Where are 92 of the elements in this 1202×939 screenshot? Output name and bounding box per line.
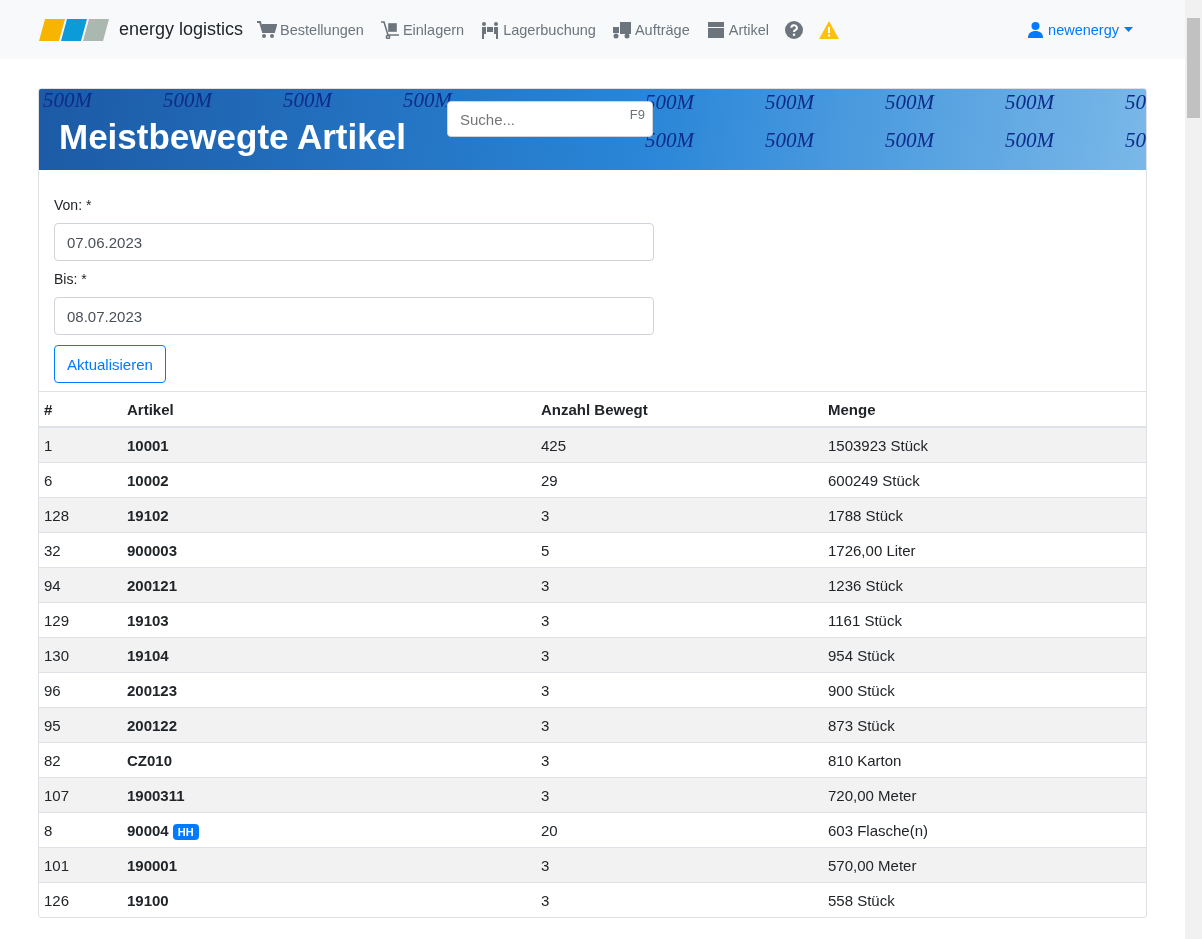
table-cell: 720,00 Meter [828, 786, 917, 804]
table-cell: 5 [541, 541, 550, 559]
table-cell: 603 Flasche(n) [828, 821, 929, 839]
table-cell: 128 [44, 506, 70, 524]
warning-icon[interactable] [819, 20, 840, 39]
table-cell: 810 Karton [828, 751, 902, 769]
truck-icon [611, 20, 632, 39]
table-cell: 1161 Stück [828, 611, 902, 629]
table-cell: CZ010 [127, 751, 173, 769]
user-icon [1028, 21, 1044, 38]
table-cell: 3 [541, 716, 550, 734]
table-cell: 1236 Stück [828, 576, 904, 594]
table-cell: 29 [541, 471, 558, 489]
nav-link[interactable]: Lagerbuchung [480, 20, 596, 39]
table-cell: 19100 [127, 891, 169, 909]
nav-link[interactable]: Aufträge [611, 20, 690, 39]
pattern-text: 500M [885, 91, 936, 113]
table-cell: 19103 [127, 611, 169, 629]
table-cell: 200122 [127, 716, 178, 734]
table-cell: 10002 [127, 471, 169, 489]
table-cell: 600249 Stück [828, 471, 920, 489]
box-icon [705, 20, 726, 39]
table-cell: 130 [44, 646, 70, 664]
table-cell: 900 Stück [828, 681, 895, 699]
cart-icon [257, 20, 278, 39]
table-cell: 1726,00 Liter [828, 541, 916, 559]
table-cell: 90004 [127, 821, 169, 839]
table-cell: 200121 [127, 576, 178, 594]
table-cell: 3 [541, 681, 550, 699]
location-badge: HH [172, 823, 199, 840]
table-cell: 126 [44, 891, 70, 909]
table-cell: 873 Stück [828, 716, 895, 734]
pattern-text: 500M [765, 129, 816, 151]
table-cell: 8 [44, 821, 53, 839]
table-cell: 200123 [127, 681, 178, 699]
table-cell: 3 [541, 646, 550, 664]
table-cell: 96 [44, 681, 61, 699]
table-cell: 32 [44, 541, 61, 559]
table-cell: 558 Stück [828, 891, 895, 909]
table-cell: 19104 [127, 646, 169, 664]
table-cell: 3 [541, 611, 550, 629]
nav-link[interactable]: Bestellungen [257, 20, 364, 39]
people-icon [480, 20, 501, 39]
date-field[interactable]: 08.07.2023 [54, 297, 654, 335]
table-cell: 1503923 Stück [828, 436, 929, 454]
table-cell: 1 [44, 436, 53, 454]
field-label: Von: * [54, 197, 93, 213]
table-cell: 3 [541, 856, 550, 874]
table-cell: 94 [44, 576, 61, 594]
table-cell: 3 [541, 506, 550, 524]
dolly-icon [379, 20, 400, 39]
pattern-text: 500M [1005, 91, 1056, 113]
pattern-text: 50 [1125, 129, 1146, 151]
date-field[interactable]: 07.06.2023 [54, 223, 654, 261]
table-cell: 6 [44, 471, 53, 489]
table-cell: 95 [44, 716, 61, 734]
table-cell: 954 Stück [828, 646, 895, 664]
pattern-text: 500M [283, 89, 334, 111]
caret-icon [1124, 27, 1133, 32]
pattern-text: 50 [1125, 91, 1146, 113]
table-cell: 107 [44, 786, 70, 804]
table-cell: 425 [541, 436, 567, 454]
table-cell: 20 [541, 821, 558, 839]
scrollbar[interactable] [1185, 0, 1202, 939]
table-cell: 82 [44, 751, 61, 769]
pattern-text: 500M [765, 91, 816, 113]
pattern-text: 500M [885, 129, 936, 151]
table-cell: 1788 Stück [828, 506, 904, 524]
table-cell: 900003 [127, 541, 178, 559]
update-button[interactable]: Aktualisieren [54, 345, 166, 383]
table-cell: 570,00 Meter [828, 856, 917, 874]
table-cell: 3 [541, 786, 550, 804]
page-title: Meistbewegte Artikel [59, 116, 406, 157]
table-cell: 190001 [127, 856, 178, 874]
table-cell: 129 [44, 611, 70, 629]
table-cell: 3 [541, 751, 550, 769]
nav-link[interactable]: Einlagern [379, 20, 465, 39]
table-cell: 19102 [127, 506, 169, 524]
pattern-text: 500M [1005, 129, 1056, 151]
brand-name[interactable]: energy logistics [119, 19, 244, 40]
pattern-text: 500M [163, 89, 214, 111]
help-icon[interactable] [785, 20, 804, 39]
field-label: Bis: * [54, 271, 88, 287]
nav-link[interactable]: Artikel [705, 20, 770, 39]
table-cell: 10001 [127, 436, 169, 454]
table-cell: 101 [44, 856, 70, 874]
user-menu[interactable]: newenergy [1028, 21, 1133, 38]
table-cell: 3 [541, 891, 550, 909]
table-cell: 3 [541, 576, 550, 594]
table-cell: 1900311 [127, 786, 185, 804]
logo-icon [39, 18, 109, 41]
shortcut-hint: F9 [629, 107, 645, 122]
